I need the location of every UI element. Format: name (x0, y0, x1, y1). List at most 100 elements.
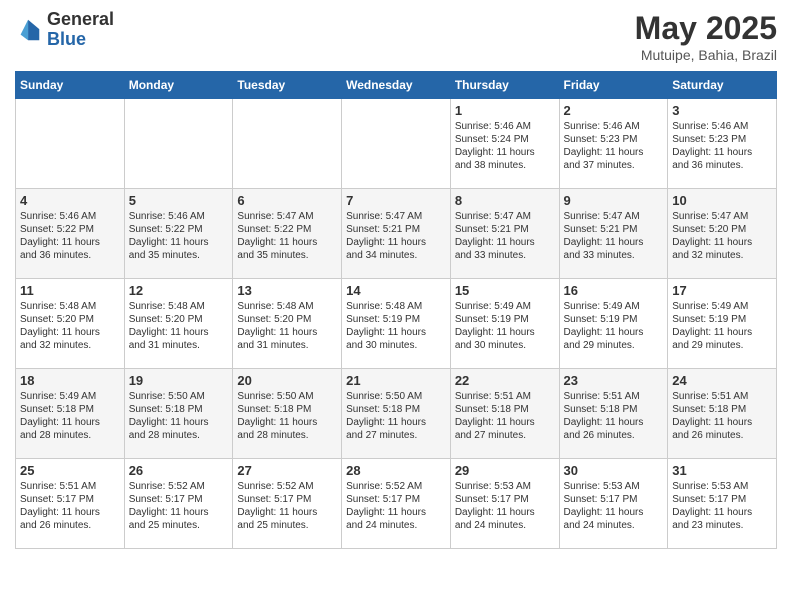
calendar-cell: 12Sunrise: 5:48 AMSunset: 5:20 PMDayligh… (124, 279, 233, 369)
calendar-cell: 23Sunrise: 5:51 AMSunset: 5:18 PMDayligh… (559, 369, 668, 459)
day-number: 4 (20, 193, 120, 208)
calendar-week-5: 25Sunrise: 5:51 AMSunset: 5:17 PMDayligh… (16, 459, 777, 549)
weekday-header-tuesday: Tuesday (233, 72, 342, 99)
cell-text: Sunrise: 5:51 AM (20, 480, 120, 493)
cell-text: and 31 minutes. (129, 339, 229, 352)
calendar-cell: 8Sunrise: 5:47 AMSunset: 5:21 PMDaylight… (450, 189, 559, 279)
cell-text: Sunset: 5:22 PM (129, 223, 229, 236)
day-number: 11 (20, 283, 120, 298)
cell-text: Sunrise: 5:49 AM (455, 300, 555, 313)
cell-text: Sunset: 5:23 PM (672, 133, 772, 146)
cell-text: Daylight: 11 hours (564, 506, 664, 519)
day-number: 5 (129, 193, 229, 208)
cell-text: Daylight: 11 hours (672, 506, 772, 519)
cell-text: Sunset: 5:17 PM (455, 493, 555, 506)
cell-text: and 26 minutes. (672, 429, 772, 442)
cell-text: and 26 minutes. (564, 429, 664, 442)
cell-text: and 28 minutes. (129, 429, 229, 442)
cell-text: Sunset: 5:19 PM (455, 313, 555, 326)
cell-text: Sunrise: 5:48 AM (237, 300, 337, 313)
cell-text: Daylight: 11 hours (564, 146, 664, 159)
day-number: 13 (237, 283, 337, 298)
cell-text: Sunrise: 5:50 AM (129, 390, 229, 403)
cell-text: Sunset: 5:23 PM (564, 133, 664, 146)
calendar-cell: 9Sunrise: 5:47 AMSunset: 5:21 PMDaylight… (559, 189, 668, 279)
calendar-location: Mutuipe, Bahia, Brazil (635, 47, 777, 63)
calendar-cell: 27Sunrise: 5:52 AMSunset: 5:17 PMDayligh… (233, 459, 342, 549)
cell-text: Daylight: 11 hours (455, 506, 555, 519)
calendar-cell: 20Sunrise: 5:50 AMSunset: 5:18 PMDayligh… (233, 369, 342, 459)
cell-text: and 34 minutes. (346, 249, 446, 262)
cell-text: Sunrise: 5:47 AM (672, 210, 772, 223)
weekday-header-friday: Friday (559, 72, 668, 99)
cell-text: Sunrise: 5:51 AM (564, 390, 664, 403)
cell-text: Sunrise: 5:52 AM (346, 480, 446, 493)
cell-text: Daylight: 11 hours (346, 506, 446, 519)
logo-blue: Blue (47, 29, 86, 49)
cell-text: and 35 minutes. (129, 249, 229, 262)
calendar-cell: 1Sunrise: 5:46 AMSunset: 5:24 PMDaylight… (450, 99, 559, 189)
cell-text: Sunset: 5:18 PM (237, 403, 337, 416)
cell-text: Daylight: 11 hours (20, 416, 120, 429)
cell-text: Sunrise: 5:50 AM (346, 390, 446, 403)
cell-text: Sunrise: 5:47 AM (564, 210, 664, 223)
cell-text: Sunset: 5:17 PM (672, 493, 772, 506)
cell-text: Sunrise: 5:47 AM (346, 210, 446, 223)
cell-text: and 36 minutes. (20, 249, 120, 262)
cell-text: Sunrise: 5:51 AM (672, 390, 772, 403)
calendar-week-1: 1Sunrise: 5:46 AMSunset: 5:24 PMDaylight… (16, 99, 777, 189)
cell-text: Sunrise: 5:52 AM (237, 480, 337, 493)
calendar-cell: 17Sunrise: 5:49 AMSunset: 5:19 PMDayligh… (668, 279, 777, 369)
day-number: 2 (564, 103, 664, 118)
cell-text: Sunset: 5:18 PM (346, 403, 446, 416)
day-number: 28 (346, 463, 446, 478)
cell-text: Sunset: 5:19 PM (672, 313, 772, 326)
day-number: 25 (20, 463, 120, 478)
day-number: 27 (237, 463, 337, 478)
weekday-header-row: SundayMondayTuesdayWednesdayThursdayFrid… (16, 72, 777, 99)
day-number: 21 (346, 373, 446, 388)
calendar-cell: 22Sunrise: 5:51 AMSunset: 5:18 PMDayligh… (450, 369, 559, 459)
cell-text: Daylight: 11 hours (346, 416, 446, 429)
cell-text: Daylight: 11 hours (20, 326, 120, 339)
cell-text: and 33 minutes. (455, 249, 555, 262)
cell-text: Daylight: 11 hours (455, 326, 555, 339)
logo-general: General (47, 9, 114, 29)
calendar-week-4: 18Sunrise: 5:49 AMSunset: 5:18 PMDayligh… (16, 369, 777, 459)
cell-text: Sunset: 5:22 PM (20, 223, 120, 236)
cell-text: and 35 minutes. (237, 249, 337, 262)
cell-text: Sunset: 5:17 PM (564, 493, 664, 506)
generalblue-icon (15, 16, 43, 44)
cell-text: Sunset: 5:22 PM (237, 223, 337, 236)
cell-text: Sunrise: 5:46 AM (129, 210, 229, 223)
calendar-cell: 14Sunrise: 5:48 AMSunset: 5:19 PMDayligh… (342, 279, 451, 369)
day-number: 6 (237, 193, 337, 208)
cell-text: and 28 minutes. (237, 429, 337, 442)
title-block: May 2025 Mutuipe, Bahia, Brazil (635, 10, 777, 63)
cell-text: Sunset: 5:20 PM (129, 313, 229, 326)
cell-text: Sunrise: 5:47 AM (455, 210, 555, 223)
calendar-cell: 11Sunrise: 5:48 AMSunset: 5:20 PMDayligh… (16, 279, 125, 369)
cell-text: Sunrise: 5:49 AM (564, 300, 664, 313)
cell-text: Daylight: 11 hours (129, 236, 229, 249)
day-number: 29 (455, 463, 555, 478)
day-number: 22 (455, 373, 555, 388)
cell-text: Daylight: 11 hours (455, 416, 555, 429)
cell-text: Sunset: 5:18 PM (20, 403, 120, 416)
calendar-cell (16, 99, 125, 189)
weekday-header-sunday: Sunday (16, 72, 125, 99)
cell-text: Daylight: 11 hours (455, 146, 555, 159)
cell-text: Sunset: 5:19 PM (564, 313, 664, 326)
calendar-cell: 21 Sunrise: 5:50 AMSunset: 5:18 PMDayligh… (342, 369, 451, 459)
cell-text: Daylight: 11 hours (129, 506, 229, 519)
day-number: 8 (455, 193, 555, 208)
cell-text: and 32 minutes. (20, 339, 120, 352)
calendar-cell: 16Sunrise: 5:49 AMSunset: 5:19 PMDayligh… (559, 279, 668, 369)
cell-text: Sunset: 5:21 PM (455, 223, 555, 236)
cell-text: and 24 minutes. (564, 519, 664, 532)
cell-text: Daylight: 11 hours (129, 416, 229, 429)
cell-text: Sunset: 5:17 PM (129, 493, 229, 506)
cell-text: and 30 minutes. (455, 339, 555, 352)
cell-text: Daylight: 11 hours (237, 236, 337, 249)
cell-text: Daylight: 11 hours (237, 506, 337, 519)
